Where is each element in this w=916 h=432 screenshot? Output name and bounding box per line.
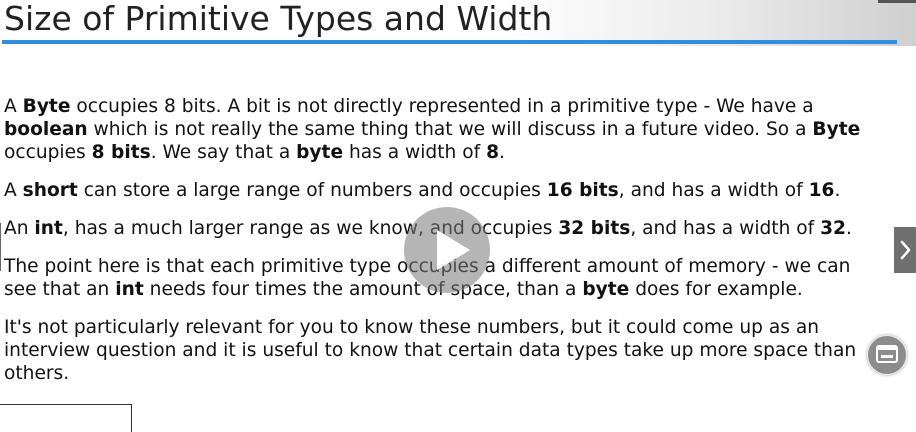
slide-paragraph: A Byte occupies 8 bits. A bit is not dir…	[4, 95, 884, 164]
text: occupies	[4, 142, 92, 163]
text: needs four times the amount of space, th…	[143, 279, 583, 300]
corner-mark	[878, 0, 916, 3]
floating-window-button[interactable]	[867, 335, 907, 375]
text: which is not really the same thing that …	[87, 119, 813, 140]
bold-text: byte	[582, 279, 630, 300]
text-cursor	[0, 223, 1, 271]
text: It's not particularly relevant for you t…	[4, 317, 857, 384]
text: , and has a width of	[618, 180, 809, 201]
slide-title: Size of Primitive Types and Width	[4, 0, 553, 38]
window-icon	[876, 345, 898, 363]
bold-text: short	[22, 180, 78, 201]
bold-text: byte	[296, 142, 344, 163]
text: .	[499, 142, 505, 163]
bold-text: 16 bits	[546, 180, 619, 201]
bold-text: int	[115, 279, 144, 300]
text: A	[4, 180, 23, 201]
play-icon	[437, 230, 470, 270]
text: does for example.	[629, 279, 803, 300]
text: , and has a width of	[630, 218, 821, 239]
bold-text: 32	[820, 218, 846, 239]
text: occupies 8 bits. A bit is not directly r…	[70, 96, 814, 117]
thumbnail-frame	[0, 404, 132, 432]
title-underline	[2, 40, 897, 44]
chevron-right-icon	[900, 240, 911, 260]
slide-paragraph: It's not particularly relevant for you t…	[4, 316, 884, 385]
text: An	[4, 218, 35, 239]
bold-text: boolean	[4, 119, 88, 140]
bold-text: 8	[486, 142, 500, 163]
bold-text: 16	[808, 180, 835, 201]
text: . We say that a	[150, 142, 297, 163]
text: .	[846, 218, 852, 239]
slide-paragraph: A short can store a large range of numbe…	[4, 179, 884, 202]
bold-text: int	[34, 218, 63, 239]
next-slide-button[interactable]	[894, 227, 916, 273]
bold-text: 8 bits	[91, 142, 151, 163]
play-button[interactable]	[404, 207, 490, 293]
text: has a width of	[343, 142, 487, 163]
slide: Size of Primitive Types and Width A Byte…	[0, 0, 916, 432]
bold-text: Byte	[812, 119, 861, 140]
text: can store a large range of numbers and o…	[77, 180, 547, 201]
bold-text: 32 bits	[558, 218, 631, 239]
text: .	[834, 180, 841, 201]
bold-text: Byte	[22, 96, 71, 117]
text: A	[4, 96, 23, 117]
